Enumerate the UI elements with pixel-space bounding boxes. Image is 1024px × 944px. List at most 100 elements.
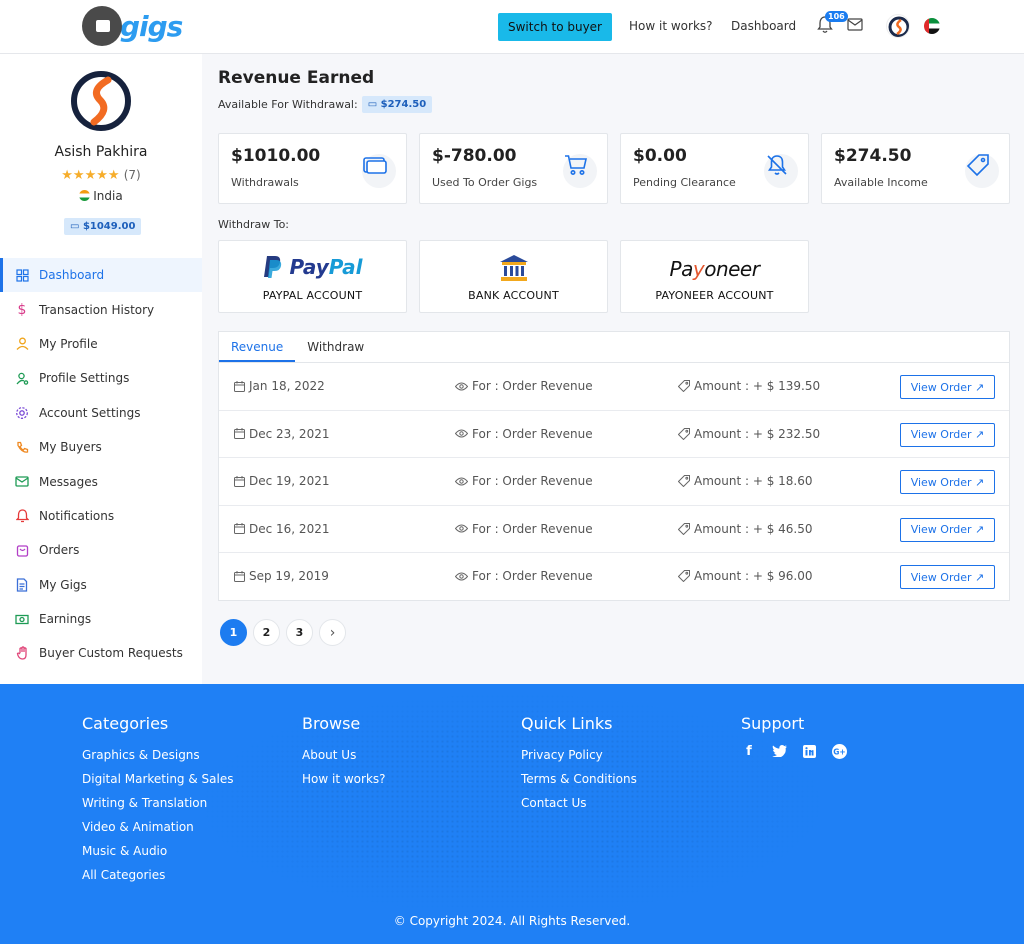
sidebar-item-label: Messages <box>39 474 98 489</box>
sidebar-item-profile-settings[interactable]: Profile Settings <box>0 361 202 395</box>
eye-icon <box>455 382 468 390</box>
stat-value: $274.50 <box>834 146 912 166</box>
stat-card-withdrawals: $1010.00 Withdrawals <box>218 133 407 204</box>
footer-link[interactable]: Graphics & Designs <box>82 743 233 767</box>
bank-account-card[interactable]: BANK ACCOUNT <box>419 240 608 313</box>
footer-browse-title: Browse <box>302 714 361 733</box>
wallet-icon <box>362 154 396 188</box>
twitter-icon[interactable] <box>771 743 787 759</box>
row-amount-text: Amount : + $ 139.50 <box>694 379 821 393</box>
table-row: Jan 18, 2022 For : Order Revenue Amount : … <box>219 363 1009 411</box>
footer-link[interactable]: Writing & Translation <box>82 791 233 815</box>
calendar-icon <box>234 570 245 582</box>
footer-link[interactable]: About Us <box>302 743 386 767</box>
payoneer-account-card[interactable]: Payoneer PAYONEER ACCOUNT <box>620 240 809 313</box>
stat-card-available-income: $274.50 Available Income <box>821 133 1010 204</box>
mail-icon <box>15 475 29 489</box>
footer-link[interactable]: Terms & Conditions <box>521 767 637 791</box>
site-logo[interactable]: gigs <box>82 6 183 46</box>
user-avatar[interactable] <box>886 14 910 38</box>
google-plus-icon[interactable]: G+ <box>831 743 847 759</box>
payoneer-logo: Payoneer <box>621 257 808 281</box>
paypal-logo-part2: Pal <box>328 255 363 279</box>
sidebar-item-dashboard[interactable]: Dashboard <box>0 258 202 293</box>
country-name: India <box>93 189 123 203</box>
sidebar-item-label: My Gigs <box>39 577 87 592</box>
nav-dashboard[interactable]: Dashboard <box>731 19 796 33</box>
page-3-button[interactable]: 3 <box>286 619 313 646</box>
sidebar-item-earnings[interactable]: Earnings <box>0 602 202 636</box>
chevron-right-icon: › <box>329 624 336 641</box>
balance-value: $1049.00 <box>82 221 136 232</box>
nav-how-it-works[interactable]: How it works? <box>629 19 713 33</box>
view-order-button[interactable]: View Order ↗ <box>900 517 995 542</box>
mail-icon[interactable] <box>847 18 863 31</box>
footer-link[interactable]: Video & Animation <box>82 815 233 839</box>
row-for: For : Order Revenue <box>455 427 593 441</box>
footer-link[interactable]: All Categories <box>82 863 233 887</box>
stat-label: Pending Clearance <box>633 176 736 189</box>
language-flag-icon[interactable] <box>924 18 940 34</box>
payoneer-logo-part1: Pa <box>669 257 694 281</box>
footer-link[interactable]: How it works? <box>302 767 386 791</box>
table-row: Sep 19, 2019 For : Order Revenue Amount : … <box>219 553 1009 601</box>
rating-stars: ★★★★★ (7) <box>0 168 202 183</box>
footer-link[interactable]: Digital Marketing & Sales <box>82 767 233 791</box>
linkedin-icon[interactable] <box>801 743 817 759</box>
notification-badge: 106 <box>825 11 848 22</box>
paypal-account-card[interactable]: PayPal PAYPAL ACCOUNT <box>218 240 407 313</box>
row-amount-text: Amount : + $ 232.50 <box>694 426 821 441</box>
next-page-button[interactable]: › <box>319 619 346 646</box>
table-row: Dec 23, 2021 For : Order Revenue Amount : … <box>219 411 1009 459</box>
sidebar-item-account-settings[interactable]: Account Settings <box>0 396 202 430</box>
social-links: f G+ <box>741 743 847 759</box>
sidebar-item-label: Profile Settings <box>39 371 130 386</box>
tab-revenue[interactable]: Revenue <box>219 332 296 362</box>
view-order-button[interactable]: View Order ↗ <box>900 470 995 495</box>
calendar-icon <box>234 475 245 487</box>
sidebar-item-my-buyers[interactable]: My Buyers <box>0 430 202 464</box>
bell-off-icon <box>764 154 798 188</box>
row-for-text: For : Order Revenue <box>472 426 593 441</box>
sidebar-item-messages[interactable]: Messages <box>0 464 202 498</box>
row-date-text: Dec 23, 2021 <box>249 426 330 441</box>
row-for-text: For : Order Revenue <box>472 521 593 536</box>
sidebar-item-orders[interactable]: Orders <box>0 533 202 567</box>
logo-text: gigs <box>120 9 183 43</box>
footer-link[interactable]: Music & Audio <box>82 839 233 863</box>
row-amount-text: Amount : + $ 46.50 <box>694 521 813 536</box>
footer-categories-title: Categories <box>82 714 169 733</box>
sidebar-item-label: My Buyers <box>39 440 102 455</box>
view-order-button[interactable]: View Order ↗ <box>900 565 995 590</box>
sidebar-item-buyer-custom-requests[interactable]: Buyer Custom Requests <box>0 636 202 670</box>
row-for: For : Order Revenue <box>455 379 593 393</box>
row-date-text: Sep 19, 2019 <box>249 569 329 584</box>
footer-link[interactable]: Contact Us <box>521 791 637 815</box>
view-order-button[interactable]: View Order ↗ <box>900 422 995 447</box>
user-settings-icon <box>15 371 29 385</box>
view-order-button[interactable]: View Order ↗ <box>900 375 995 399</box>
row-for-text: For : Order Revenue <box>472 569 593 584</box>
bank-account-label: BANK ACCOUNT <box>468 289 559 302</box>
row-date: Jan 18, 2022 <box>234 379 325 393</box>
sidebar-menu: Dashboard $ Transaction History My Profi… <box>0 258 202 671</box>
bank-icon <box>500 255 528 281</box>
page-2-button[interactable]: 2 <box>253 619 280 646</box>
sidebar-item-my-profile[interactable]: My Profile <box>0 327 202 361</box>
sidebar-item-transaction-history[interactable]: $ Transaction History <box>0 292 202 326</box>
sidebar-item-my-gigs[interactable]: My Gigs <box>0 568 202 602</box>
row-for-text: For : Order Revenue <box>472 379 593 393</box>
tag-icon <box>678 380 690 392</box>
switch-to-buyer-button[interactable]: Switch to buyer <box>498 13 612 41</box>
tab-withdraw[interactable]: Withdraw <box>295 332 376 362</box>
rating-count: (7) <box>123 168 141 182</box>
revenue-table: Revenue Withdraw Jan 18, 2022 For : Order… <box>218 331 1010 601</box>
row-date: Dec 16, 2021 <box>234 522 329 536</box>
page-1-button[interactable]: 1 <box>220 619 247 646</box>
tag-icon <box>678 570 690 583</box>
sidebar-item-notifications[interactable]: Notifications <box>0 499 202 533</box>
facebook-icon[interactable]: f <box>741 743 757 759</box>
footer-support-title: Support <box>741 714 805 733</box>
footer-link[interactable]: Privacy Policy <box>521 743 637 767</box>
row-for: For : Order Revenue <box>455 569 593 583</box>
